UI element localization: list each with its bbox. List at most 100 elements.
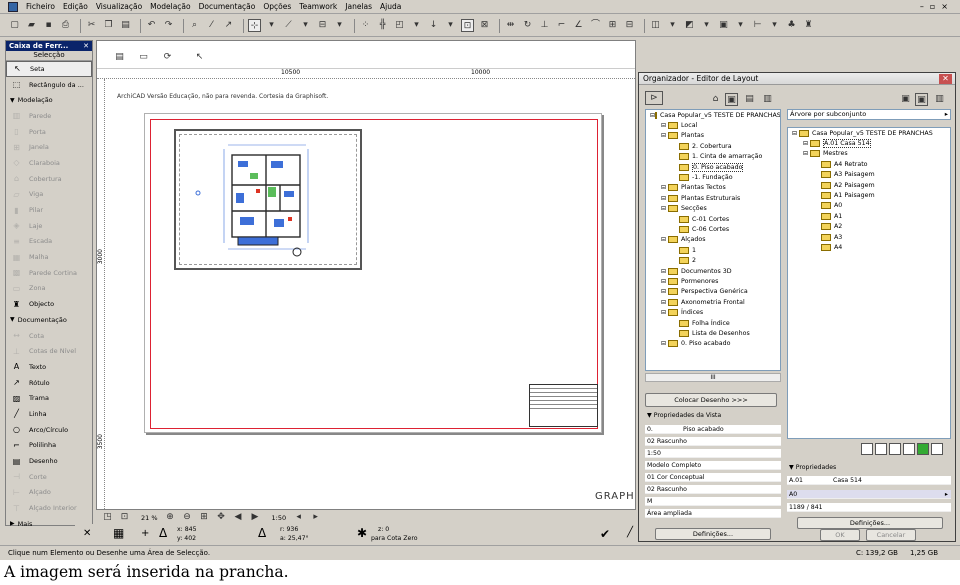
zoom-level[interactable]: 21 % xyxy=(141,514,158,522)
new-file-icon[interactable]: ▢ xyxy=(8,19,21,32)
tree-item[interactable]: ⊟ Casa Popular_v5 TESTE DE PRANCHAS xyxy=(788,128,950,138)
tree-item[interactable]: A1 Paisagem xyxy=(788,190,950,200)
tree-item[interactable]: 2. Cobertura xyxy=(646,141,780,151)
trace-icon[interactable]: ⊠ xyxy=(478,19,491,32)
window-controls[interactable]: –▫× xyxy=(920,2,954,11)
layout-canvas[interactable]: ▤ ▭ ⟳ ↖ 10500 10000 3000 3500 ArchiCAD V… xyxy=(96,40,636,510)
tree-item[interactable]: A3 xyxy=(788,232,950,242)
tool-slab[interactable]: ◈ Laje xyxy=(6,218,92,234)
expand-icon[interactable]: ⊟ xyxy=(661,195,668,202)
tool-level-dimension[interactable]: ⊥ Cotas de Nível xyxy=(6,343,92,359)
tool-stair[interactable]: ≡ Escada xyxy=(6,234,92,250)
tree-item[interactable]: ⊟ Plantas Estruturais xyxy=(646,193,780,203)
place-drawing-button[interactable]: Colocar Desenho >>> xyxy=(645,393,777,407)
elevation-dropdown-icon[interactable]: ▾ xyxy=(768,19,781,32)
tree-item[interactable]: -1. Fundação xyxy=(646,172,780,182)
tool-polyline[interactable]: ⌐ Polilinha xyxy=(6,438,92,454)
marquee-tool-icon[interactable]: ⊡ xyxy=(461,19,474,32)
tool-line[interactable]: ╱ Linha xyxy=(6,406,92,422)
expand-icon[interactable]: ⊟ xyxy=(803,150,810,157)
doc-icon[interactable]: ▣ xyxy=(717,19,730,32)
tree-item[interactable]: ⊟ Perspectiva Genérica xyxy=(646,287,780,297)
definitions-button[interactable]: Definições... xyxy=(655,528,771,540)
grid-snap-icon[interactable]: ▦ xyxy=(113,526,124,540)
expand-icon[interactable]: ⊟ xyxy=(661,309,668,316)
mirror-icon[interactable]: ⇹ xyxy=(504,19,517,32)
new-master-icon[interactable] xyxy=(889,443,901,455)
tool-text[interactable]: A Texto xyxy=(6,359,92,375)
tree-item[interactable]: ⊟ Alçados xyxy=(646,235,780,245)
tool-label[interactable]: ↗ Rótulo xyxy=(6,375,92,391)
view-property-row[interactable]: 1:50 xyxy=(645,449,781,458)
elevation-view-icon[interactable]: ⊢ xyxy=(751,19,764,32)
close-icon[interactable]: ✕ xyxy=(83,42,92,50)
tree-mode-select[interactable]: Árvore por subconjunto ▸ xyxy=(787,109,951,120)
redo-icon[interactable]: ↷ xyxy=(162,19,175,32)
tree-item[interactable]: 0. Piso acabado xyxy=(646,162,780,172)
expand-icon[interactable]: ⊟ xyxy=(661,236,668,243)
undo-icon[interactable]: ↶ xyxy=(145,19,158,32)
snap-icon[interactable]: ⊹ xyxy=(248,19,261,32)
tree-item[interactable]: A0 xyxy=(788,201,950,211)
offset-icon[interactable]: ∠ xyxy=(572,19,585,32)
tool-window[interactable]: ⊞ Janela xyxy=(6,139,92,155)
view-map-tree[interactable]: ⊟ Casa Popular_v5 TESTE DE PRANCHAS ⊟ Local… xyxy=(645,109,781,371)
syringe-icon[interactable]: ↗ xyxy=(222,19,235,32)
gravity-dropdown-icon[interactable]: ▾ xyxy=(333,19,346,32)
tree-item[interactable]: 2 xyxy=(646,255,780,265)
split-icon[interactable]: ⊥ xyxy=(538,19,551,32)
tree-item[interactable]: A3 Paisagem xyxy=(788,170,950,180)
expand-icon[interactable]: ⊟ xyxy=(661,132,668,139)
tool-object[interactable]: ♜ Objecto xyxy=(6,296,92,312)
person-icon[interactable]: ♜ xyxy=(802,19,815,32)
walk-icon[interactable]: ♣ xyxy=(785,19,798,32)
tool-dimension[interactable]: ↔ Cota xyxy=(6,328,92,344)
expand-icon[interactable]: ⊟ xyxy=(803,140,810,147)
tool-wall[interactable]: ▥ Parede xyxy=(6,108,92,124)
tree-item[interactable]: A4 xyxy=(788,242,950,252)
find-select-icon[interactable]: ⌕ xyxy=(188,19,201,32)
scale-value[interactable]: 1:50 xyxy=(272,514,287,522)
tool-arrow[interactable]: ↖ Seta xyxy=(6,61,92,77)
toolbox-title-bar[interactable]: Caixa de Ferr... ✕ xyxy=(6,41,92,51)
view-properties-header[interactable]: Propriedades da Vista xyxy=(645,411,781,421)
tree-item[interactable]: C-06 Cortes xyxy=(646,224,780,234)
zoom-box-icon[interactable]: ⊡ xyxy=(118,511,131,524)
toolbox-section[interactable]: Documentação xyxy=(6,312,92,328)
new-layout-icon[interactable] xyxy=(861,443,873,455)
tree-item[interactable]: 1. Cinta de amarração xyxy=(646,152,780,162)
publish-icon[interactable] xyxy=(903,443,915,455)
view-property-row[interactable]: 0. Piso acabado xyxy=(645,425,781,434)
page-right-icon[interactable]: ▸ xyxy=(309,511,322,524)
tree-item[interactable]: ⊟ Casa Popular_v5 TESTE DE PRANCHAS xyxy=(646,110,780,120)
zoom-in-icon[interactable]: ⊕ xyxy=(164,511,177,524)
page-left-icon[interactable]: ◂ xyxy=(292,511,305,524)
tool-interior-elevation[interactable]: ⊤ Alçado Interior xyxy=(6,500,92,516)
tree-item[interactable]: A2 xyxy=(788,222,950,232)
clone-icon[interactable]: ▥ xyxy=(761,93,774,106)
expand-icon[interactable]: ⊟ xyxy=(792,130,799,137)
resize-icon[interactable]: ⊞ xyxy=(606,19,619,32)
frame-icon[interactable]: ▭ xyxy=(137,51,150,64)
tree-item[interactable]: A2 Paisagem xyxy=(788,180,950,190)
layer-dropdown-icon[interactable]: ▾ xyxy=(410,19,423,32)
folder-icon[interactable]: ▣ xyxy=(899,93,912,106)
view-property-row[interactable]: Área ampliada xyxy=(645,509,781,518)
cancel-button[interactable]: Cancelar xyxy=(866,529,916,541)
expand-icon[interactable]: ⊟ xyxy=(661,288,668,295)
expand-icon[interactable]: ⊟ xyxy=(661,184,668,191)
view-property-row[interactable]: M xyxy=(645,497,781,506)
tool-skylight[interactable]: ◇ Claraboia xyxy=(6,155,92,171)
tree-item[interactable]: 1 xyxy=(646,245,780,255)
menu-documentacao[interactable]: Documentação xyxy=(195,2,260,11)
layout-view-icon[interactable]: ▣ xyxy=(915,93,928,106)
menu-ajuda[interactable]: Ajuda xyxy=(376,2,405,11)
tree-item[interactable]: A1 xyxy=(788,211,950,221)
view-property-row[interactable]: Modelo Completo xyxy=(645,461,781,470)
eyedropper-icon[interactable]: ⁄ xyxy=(205,19,218,32)
update-icon[interactable]: ⟳ xyxy=(161,51,174,64)
expand-icon[interactable]: ⊟ xyxy=(661,122,668,129)
tool-arc-circle[interactable]: ○ Arco/Círculo xyxy=(6,422,92,438)
tree-item[interactable]: A4 Retrato xyxy=(788,159,950,169)
tool-beam[interactable]: ▱ Viga xyxy=(6,187,92,203)
